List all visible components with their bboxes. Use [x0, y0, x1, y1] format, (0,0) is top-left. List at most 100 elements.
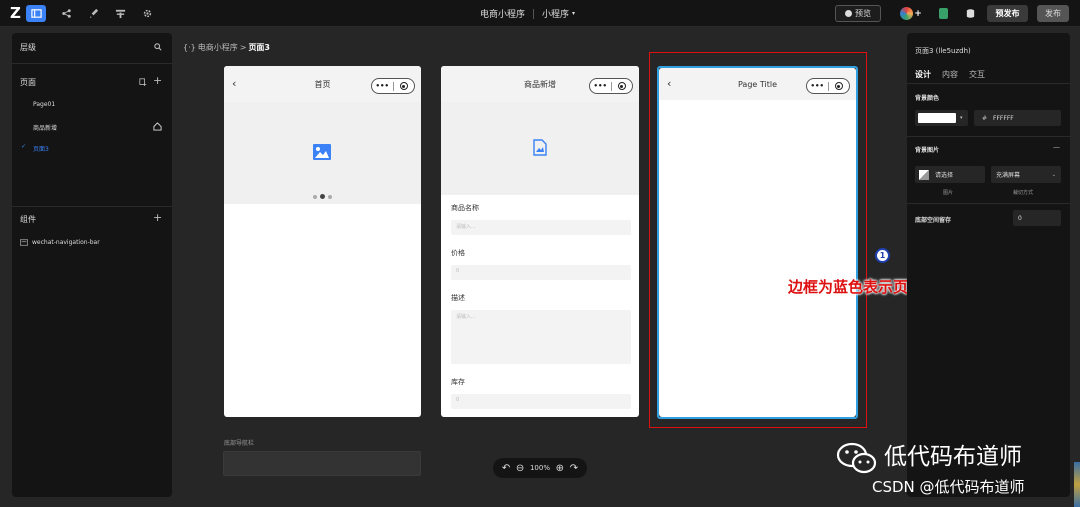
home-icon[interactable] [153, 122, 162, 131]
bottom-space-input[interactable]: 0 [1013, 210, 1061, 226]
settings-button[interactable] [137, 5, 157, 22]
app-logo[interactable]: Z [10, 5, 21, 22]
color-picker[interactable]: ▾ [915, 110, 968, 126]
plugin-icon [938, 8, 948, 19]
app-name: 电商小程序 [480, 10, 526, 20]
price-input[interactable]: 0 [451, 265, 631, 280]
gear-icon [143, 9, 151, 18]
breadcrumb: {·} 电商小程序 > 页面3 [183, 42, 270, 53]
layers-panel: 层级 页面 + Page01 商品新增 ✓ 页面3 组件 + wechat-na… [12, 33, 172, 497]
user-avatar-button[interactable]: + [900, 6, 922, 21]
components-heading: 组件 [20, 215, 36, 224]
page-item-page3[interactable]: 页面3 [33, 144, 49, 153]
plugin-button[interactable] [936, 6, 950, 21]
bg-color-label: 背景颜色 [915, 95, 940, 102]
capsule-menu[interactable]: ••• [589, 78, 633, 94]
undo-icon[interactable]: ↶ [502, 463, 510, 474]
color-hex-input[interactable]: # FFFFFF [974, 110, 1061, 126]
data-button[interactable] [110, 5, 130, 22]
field-label-description: 描述 [451, 294, 465, 302]
swiper-dot[interactable] [313, 195, 317, 199]
database-icon [966, 9, 974, 18]
more-dots-icon: ••• [375, 82, 389, 90]
breadcrumb-parent[interactable]: 电商小程序 [198, 42, 238, 53]
plus-icon[interactable]: + [153, 74, 162, 87]
top-bar: Z 电商小程序 小程序 ▾ 预览 + 预发布 发布 [0, 0, 1080, 27]
image-caption: 图片 [943, 190, 954, 196]
image-icon [313, 144, 331, 160]
product-name-input[interactable]: 请输入... [451, 220, 631, 235]
selected-page-title: 页面3 (lle5uzdh) [915, 47, 971, 55]
check-icon: ✓ [21, 143, 27, 150]
database-button[interactable] [963, 6, 977, 21]
page-item-product-add[interactable]: 商品新增 [33, 123, 57, 132]
swiper-dot[interactable] [328, 195, 332, 199]
navigation-bar: 商品新增 ••• [441, 66, 639, 102]
choose-image-label: 请选择 [935, 172, 954, 179]
edge-decoration [1074, 462, 1080, 507]
field-label-stock: 库存 [451, 378, 465, 386]
capsule-menu[interactable]: ••• [371, 78, 415, 94]
tab-interaction[interactable]: 交互 [969, 69, 985, 80]
description-textarea[interactable]: 请输入... [451, 310, 631, 364]
watermark-subtitle: CSDN @低代码布道师 [872, 478, 1025, 496]
hash-symbol: # [982, 114, 988, 122]
properties-panel: 页面3 (lle5uzdh) 设计 内容 交互 背景颜色 ▾ # FFFFFF … [907, 33, 1070, 497]
close-circle-icon [612, 82, 633, 90]
zoom-out-icon[interactable]: ⊖ [516, 463, 524, 474]
back-arrow-icon[interactable]: ‹ [232, 77, 236, 90]
tab-content[interactable]: 内容 [942, 69, 958, 80]
fit-caption: 裁切方式 [1013, 190, 1034, 196]
component-icon [20, 239, 28, 246]
image-thumbnail-icon [919, 169, 929, 180]
watermark-title: 低代码布道师 [884, 444, 1022, 470]
color-swatch [918, 113, 956, 123]
page-preview-home[interactable]: ‹ 首页 ••• [224, 66, 421, 417]
add-component-icon[interactable]: + [153, 211, 162, 224]
tab-design[interactable]: 设计 [915, 69, 931, 80]
stock-input[interactable]: 0 [451, 394, 631, 409]
field-label-price: 价格 [451, 249, 465, 257]
selected-page-border [657, 66, 858, 419]
page-item-page01[interactable]: Page01 [33, 101, 55, 108]
add-page-icon[interactable] [139, 78, 147, 86]
bottom-space-label: 底部空间留存 [915, 217, 952, 224]
more-dots-icon: ••• [593, 82, 607, 90]
chevron-down-icon: ⌄ [1051, 171, 1056, 178]
rocket-button[interactable] [83, 5, 103, 22]
fit-mode-value: 充满屏幕 [996, 172, 1021, 179]
collapse-icon[interactable]: — [1053, 143, 1060, 151]
bg-image-label: 背景图片 [915, 147, 940, 154]
swiper-dot-active[interactable] [320, 194, 325, 199]
share-nodes-icon [61, 9, 71, 18]
page-preview-product-add[interactable]: 商品新增 ••• 商品名称 请输入... 价格 0 描述 请输入... 库存 0 [441, 66, 639, 417]
zoom-toolbar: ↶ ⊖ 100% ⊕ ↷ [493, 458, 587, 478]
redo-icon[interactable]: ↷ [570, 463, 578, 474]
choose-image-button[interactable]: 请选择 [915, 166, 985, 183]
color-hex-value: FFFFFF [993, 114, 1014, 122]
layers-title: 层级 [20, 43, 36, 52]
navigation-bar: ‹ 首页 ••• [224, 66, 421, 102]
pre-publish-button[interactable]: 预发布 [987, 5, 1028, 22]
rocket-icon [89, 8, 98, 19]
chevron-down-icon: ▾ [572, 10, 576, 17]
publish-button[interactable]: 发布 [1037, 5, 1069, 22]
fit-mode-select[interactable]: 充满屏幕 ⌄ [991, 166, 1061, 183]
app-switcher[interactable]: 电商小程序 小程序 ▾ [480, 0, 575, 27]
component-item-nav-bar[interactable]: wechat-navigation-bar [32, 239, 100, 246]
image-upload-area[interactable] [441, 102, 639, 195]
breadcrumb-separator: > [239, 43, 247, 52]
search-icon[interactable] [154, 43, 162, 51]
wechat-icon [836, 442, 877, 474]
preview-label: 预览 [855, 9, 871, 18]
layout-view-button[interactable] [26, 5, 46, 22]
field-label-name: 商品名称 [451, 204, 479, 212]
code-icon: {·} [183, 43, 196, 52]
preview-button[interactable]: 预览 [835, 5, 881, 22]
zoom-in-icon[interactable]: ⊕ [556, 463, 564, 474]
page-title: 首页 [314, 79, 331, 89]
swiper-banner[interactable] [224, 102, 421, 204]
footer-nav-dropzone[interactable] [223, 451, 421, 476]
play-circle-icon [845, 10, 852, 17]
flow-button[interactable] [56, 5, 76, 22]
